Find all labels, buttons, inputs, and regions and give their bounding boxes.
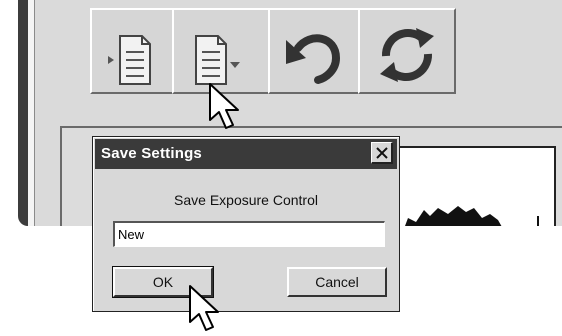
document-arrow-icon <box>108 35 151 85</box>
dialog-prompt: Save Exposure Control <box>174 192 318 208</box>
panel-border-highlight <box>28 0 35 226</box>
mouse-pointer-icon <box>209 83 239 129</box>
settings-name-input[interactable] <box>113 221 385 247</box>
reset-button[interactable] <box>358 8 456 94</box>
panel-border <box>18 0 28 226</box>
cancel-button[interactable]: Cancel <box>287 267 387 297</box>
mouse-pointer-icon <box>189 285 219 331</box>
undo-icon <box>286 34 341 84</box>
document-dropdown-icon <box>195 35 240 85</box>
dialog-title: Save Settings <box>101 145 202 162</box>
save-settings-dialog: Save Settings Save Exposure Control OK C… <box>92 136 400 312</box>
dialog-titlebar[interactable]: Save Settings <box>95 139 397 169</box>
refresh-icon <box>380 28 434 82</box>
undo-button[interactable] <box>268 8 360 94</box>
close-button[interactable] <box>371 142 393 164</box>
close-icon <box>376 147 388 159</box>
load-settings-button[interactable] <box>90 8 178 94</box>
